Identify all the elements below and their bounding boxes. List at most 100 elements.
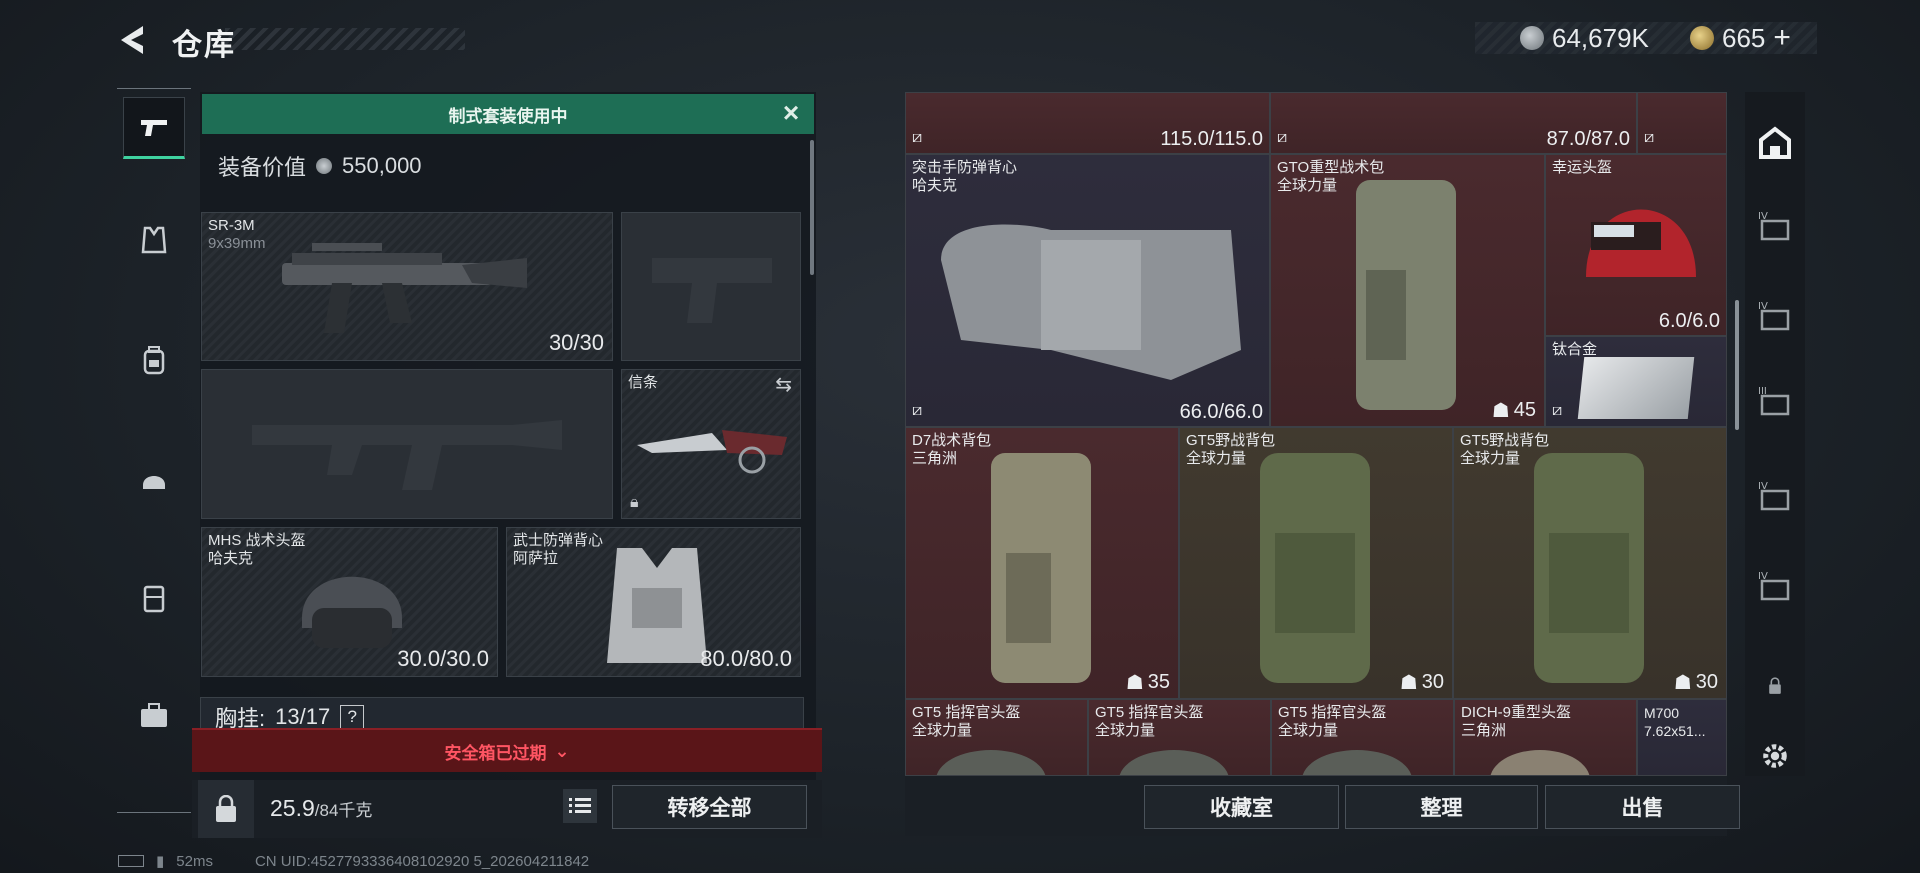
item-durability: 66.0/66.0: [1179, 401, 1263, 423]
stash-item[interactable]: D7战术背包 三角洲 ☗ 35: [905, 427, 1179, 699]
sort-button[interactable]: 整理: [1345, 785, 1538, 829]
item-capacity: ☗ 35: [1126, 670, 1170, 695]
nav-helmet[interactable]: [123, 449, 185, 511]
pistol-slot-empty[interactable]: [621, 212, 801, 361]
capacity-icon: ☗: [1673, 672, 1692, 694]
collection-button[interactable]: 收藏室: [1144, 785, 1339, 829]
stash-expansion-icon: IV: [1758, 481, 1790, 511]
vest-image: [941, 224, 1241, 380]
stash-tab-4c[interactable]: IV: [1745, 472, 1805, 520]
stash-expansion-icon: III: [1758, 386, 1790, 416]
silver-currency: 64,679K: [1520, 20, 1649, 56]
primary-weapon-slot[interactable]: SR-3M 9x39mm 30/30: [201, 212, 613, 361]
item-name-block: GT5 指挥官头盔 全球力量: [912, 704, 1020, 740]
item-name-block: GT5 指挥官头盔 全球力量: [1278, 704, 1386, 740]
nav-case[interactable]: [123, 685, 185, 747]
no-insure-icon: ⧄: [1277, 129, 1288, 146]
helmet-name-block: MHS 战术头盔 哈夫克: [208, 532, 306, 568]
close-icon[interactable]: ×: [776, 97, 806, 128]
stash-home-tab[interactable]: [1745, 119, 1805, 167]
titanium-image: [1577, 357, 1695, 419]
item-name: DICH-9重型头盔: [1461, 704, 1572, 721]
stash-item[interactable]: 钛合金 ⧄: [1545, 336, 1727, 427]
list-icon: [569, 798, 591, 813]
item-durability: 115.0/115.0: [1160, 128, 1263, 150]
chest-rig-icon: [143, 585, 165, 613]
nav-backpack[interactable]: [123, 329, 185, 391]
lock-icon: [1769, 677, 1781, 694]
item-maker: 哈夫克: [912, 177, 958, 194]
stash-item[interactable]: 幸运头盔 6.0/6.0: [1545, 154, 1727, 336]
stash-tab-4a[interactable]: IV: [1745, 202, 1805, 250]
item-name-block: M700 7.62x51...: [1644, 704, 1706, 740]
item-capacity: ☗ 45: [1492, 398, 1536, 423]
stash-tab-sidebar: IV IV III IV IV: [1745, 92, 1805, 776]
swap-icon[interactable]: ⇆: [775, 372, 792, 397]
briefcase-icon: [141, 703, 167, 727]
ammo-count: 30/30: [548, 330, 604, 355]
list-view-button[interactable]: [563, 789, 597, 823]
page-title: 仓库: [172, 29, 236, 62]
gold-currency[interactable]: 665 +: [1690, 20, 1791, 56]
stash-tab-4b[interactable]: IV: [1745, 292, 1805, 340]
item-name: 突击手防弹背心: [912, 159, 1018, 176]
item-name-block: D7战术背包 三角洲: [912, 432, 991, 468]
item-name-block: 突击手防弹背心 哈夫克: [912, 159, 1017, 195]
add-currency-icon[interactable]: +: [1773, 21, 1791, 55]
stash-tab-4d[interactable]: IV: [1745, 562, 1805, 610]
stash-item[interactable]: 突击手防弹背心 哈夫克 ⧄ 66.0/66.0: [905, 154, 1270, 427]
backpack-image: [991, 453, 1091, 683]
helmet-name: MHS 战术头盔: [208, 532, 306, 549]
item-maker: 全球力量: [1278, 722, 1339, 739]
stash-scrollbar[interactable]: [1735, 300, 1739, 430]
stash-item[interactable]: GTO重型战术包 全球力量 ☗ 45: [1270, 154, 1545, 427]
sell-button[interactable]: 出售: [1545, 785, 1740, 829]
item-durability: 87.0/87.0: [1546, 128, 1630, 150]
helmet-image: [1586, 209, 1696, 277]
stash-item[interactable]: ⧄: [1637, 92, 1727, 154]
stash-item[interactable]: GT5野战背包 全球力量 ☗ 30: [1453, 427, 1727, 699]
stash-item[interactable]: GT5野战背包 全球力量 ☗ 30: [1179, 427, 1453, 699]
nav-weapons[interactable]: [123, 97, 185, 159]
stash-item[interactable]: ⧄ 87.0/87.0: [1270, 92, 1637, 154]
stash-expansion-icon: IV: [1758, 211, 1790, 241]
no-insure-icon: ⧄: [1552, 402, 1563, 419]
stash-expansion-icon: IV: [1758, 301, 1790, 331]
vest-durability: 80.0/80.0: [700, 646, 792, 671]
gold-amount: 665: [1722, 22, 1766, 53]
stash-expansion-icon: IV: [1758, 571, 1790, 601]
carry-weight-max: /84千克: [314, 801, 373, 820]
loadout-scrollbar[interactable]: [810, 140, 814, 275]
nav-armor[interactable]: [123, 209, 185, 271]
melee-slot[interactable]: 信条 ⇆ 🔒︎: [621, 369, 801, 519]
item-caliber: 7.62x51...: [1644, 723, 1706, 739]
settings-button[interactable]: [1745, 732, 1805, 780]
stash-item[interactable]: GT5 指挥官头盔 全球力量: [1088, 699, 1271, 776]
item-name: GT5 指挥官头盔: [1278, 704, 1387, 721]
back-button[interactable]: [115, 22, 147, 58]
secondary-weapon-slot-empty[interactable]: [201, 369, 613, 519]
equipment-value-amount: 550,000: [342, 153, 422, 178]
stash-tab-locked[interactable]: [1745, 662, 1805, 710]
capacity-icon: ☗: [1399, 672, 1418, 694]
help-icon[interactable]: ?: [340, 705, 365, 729]
warehouse-icon: [1759, 126, 1791, 159]
lock-icon: 🔒︎: [630, 494, 639, 511]
item-name: 幸运头盔: [1552, 159, 1613, 176]
nav-chest-rig[interactable]: [123, 567, 185, 629]
vest-slot[interactable]: 武士防弹背心 阿萨拉 80.0/80.0: [506, 527, 801, 677]
silver-coin-icon: [316, 158, 333, 174]
stash-item[interactable]: ⧄ 115.0/115.0: [905, 92, 1270, 154]
stash-tab-3[interactable]: III: [1745, 377, 1805, 425]
transfer-all-button[interactable]: 转移全部: [612, 785, 807, 829]
helmet-slot[interactable]: MHS 战术头盔 哈夫克 30.0/30.0: [201, 527, 498, 677]
helmet-image: [1302, 750, 1412, 775]
equipment-value: 装备价值 550,000: [218, 150, 422, 182]
battery-icon: [118, 855, 144, 867]
knife-image: [637, 430, 787, 474]
stash-item[interactable]: DICH-9重型头盔 三角洲: [1454, 699, 1637, 776]
safe-box-expired-bar[interactable]: 安全箱已过期 ⌄: [192, 728, 822, 772]
stash-item[interactable]: M700 7.62x51...: [1637, 699, 1727, 776]
stash-item[interactable]: GT5 指挥官头盔 全球力量: [1271, 699, 1454, 776]
stash-item[interactable]: GT5 指挥官头盔 全球力量: [905, 699, 1088, 776]
